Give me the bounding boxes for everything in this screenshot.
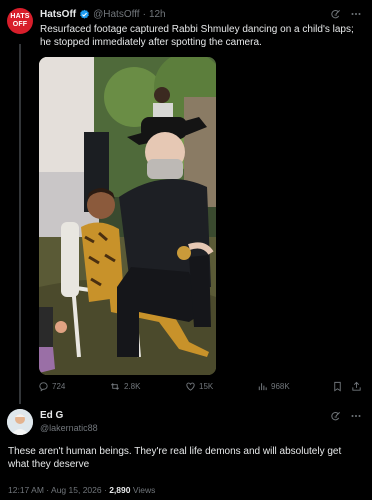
post-top-actions	[330, 8, 362, 20]
like-button[interactable]: 15K	[185, 381, 213, 392]
post-video[interactable]	[39, 57, 216, 375]
reply-top-actions	[330, 410, 362, 422]
reply-icon	[39, 382, 48, 392]
views-icon	[258, 383, 267, 391]
views-count: 968K	[271, 382, 290, 391]
post-header: HatsOff @HatsOfff · 12h	[40, 9, 166, 20]
reply-time[interactable]: 12:17 AM	[8, 485, 44, 495]
like-icon	[186, 382, 195, 391]
dot-separator: ·	[142, 9, 146, 20]
reply-button[interactable]: 724	[38, 381, 65, 392]
post-time[interactable]: 12h	[149, 9, 166, 20]
reply-author-name[interactable]: Ed G	[40, 410, 63, 421]
avatar-image	[7, 409, 33, 435]
share-icon	[352, 381, 361, 391]
share-button[interactable]	[351, 381, 362, 392]
reply-views-count: 2,890	[109, 485, 131, 495]
video-frame	[39, 57, 216, 375]
bookmark-button[interactable]	[332, 381, 343, 392]
reply-author-handle[interactable]: @lakernatic88	[40, 423, 98, 433]
reply-views-label: Views	[132, 485, 156, 495]
reply-date[interactable]: Aug 15, 2026	[51, 485, 102, 495]
reply-text: These aren't human beings. They're real …	[8, 446, 342, 470]
thread-connector-line	[19, 44, 21, 404]
more-icon[interactable]	[350, 8, 362, 20]
edg-avatar[interactable]	[7, 409, 33, 435]
hatsoff-avatar[interactable]: HATS OFF	[7, 8, 33, 34]
post-text: Resurfaced footage captured Rabbi Shmule…	[40, 24, 354, 48]
author-handle[interactable]: @HatsOfff	[93, 9, 139, 20]
repost-button[interactable]: 2.8K	[109, 381, 140, 392]
grok-icon[interactable]	[330, 9, 341, 20]
grok-icon[interactable]	[330, 411, 341, 422]
repost-icon	[111, 383, 119, 390]
avatar-text: HATS OFF	[10, 13, 30, 28]
author-name[interactable]: HatsOff	[40, 9, 76, 20]
views-button[interactable]: 968K	[257, 381, 290, 392]
post-action-bar: 724 2.8K 15K 968K	[38, 381, 362, 397]
reply-meta: 12:17 AM · Aug 15, 2026 · 2,890 Views	[8, 485, 156, 495]
more-icon[interactable]	[350, 410, 362, 422]
reply-count: 724	[52, 382, 66, 391]
repost-count: 2.8K	[124, 382, 141, 391]
verified-badge-icon	[80, 9, 90, 19]
bookmark-icon	[334, 381, 341, 392]
like-count: 15K	[199, 382, 214, 391]
